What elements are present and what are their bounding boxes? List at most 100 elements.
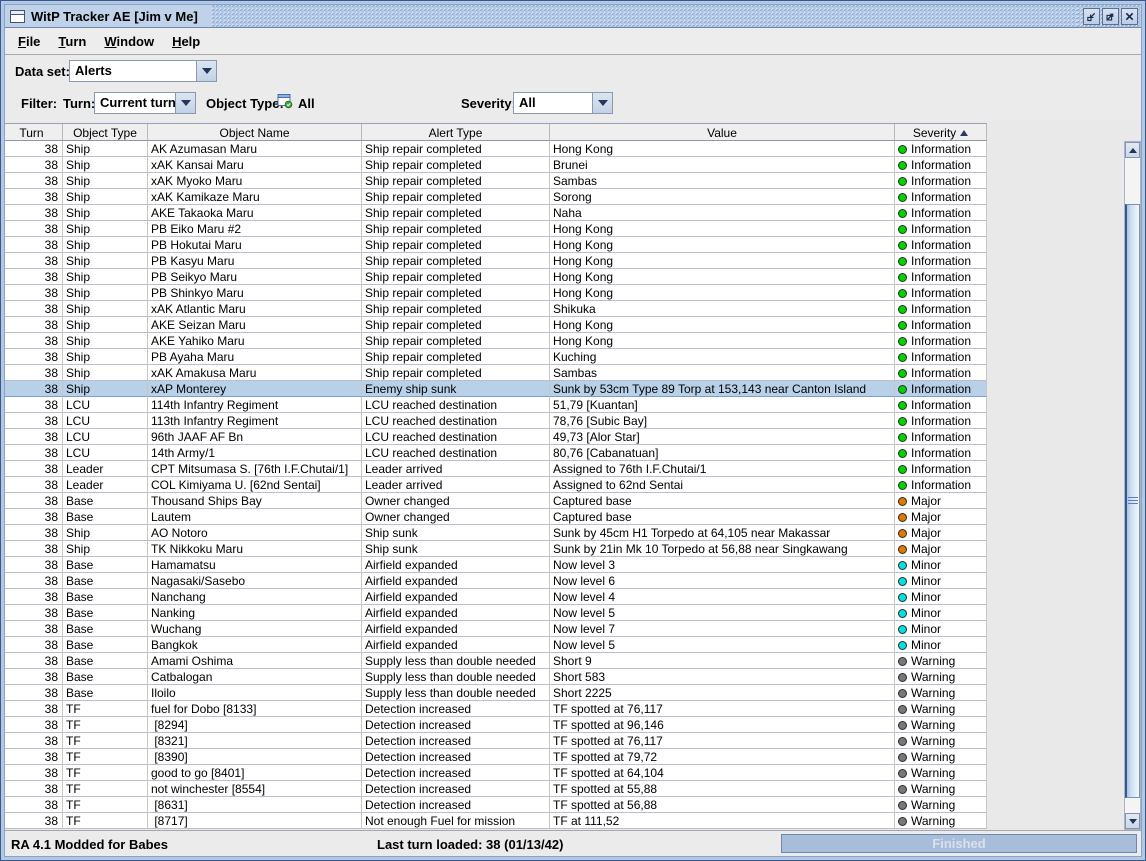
table-row[interactable]: 38 Ship AKE Takaoka Maru Ship repair comple… <box>5 205 987 221</box>
table-row[interactable]: 38 Base Iloilo Supply less than double need… <box>5 685 987 701</box>
cell-value: 49,73 [Alor Star] <box>550 429 895 445</box>
table-row[interactable]: 38 Ship xAK Myoko Maru Ship repair complete… <box>5 173 987 189</box>
table-row[interactable]: 38 TF [8631] Detection increased TF spotted… <box>5 797 987 813</box>
severity-combobox[interactable]: All <box>513 92 613 114</box>
severity-information-icon <box>898 272 907 282</box>
table-row[interactable]: 38 Base Catbalogan Supply less than double … <box>5 669 987 685</box>
table-row[interactable]: 38 Ship PB Seikyo Maru Ship repair complete… <box>5 269 987 285</box>
table-row[interactable]: 38 TF [8321] Detection increased TF spotted… <box>5 733 987 749</box>
object-type-icon[interactable] <box>277 93 293 109</box>
scroll-down-button[interactable] <box>1125 813 1140 829</box>
table-row[interactable]: 38 Ship PB Eiko Maru #2 Ship repair complet… <box>5 221 987 237</box>
table-row[interactable]: 38 Ship TK Nikkoku Maru Ship sunk Sunk by 21… <box>5 541 987 557</box>
table-row[interactable]: 38 Base Hamamatsu Airfield expanded Now leve… <box>5 557 987 573</box>
table-row[interactable]: 38 TF [8294] Detection increased TF spotted… <box>5 717 987 733</box>
cell-turn: 38 <box>5 701 63 717</box>
cell-turn: 38 <box>5 141 63 157</box>
column-header-alert-type[interactable]: Alert Type <box>362 124 550 141</box>
cell-object-type: Ship <box>63 253 148 269</box>
table-row[interactable]: 38 TF not winchester [8554] Detection incre… <box>5 781 987 797</box>
table-row[interactable]: 38 LCU 96th JAAF AF Bn LCU reached destinat… <box>5 429 987 445</box>
sort-ascending-icon <box>960 129 969 136</box>
table-row[interactable]: 38 Base Nanking Airfield expanded Now level … <box>5 605 987 621</box>
maximize-button[interactable] <box>1102 7 1119 25</box>
cell-object-type: Ship <box>63 173 148 189</box>
title-bar[interactable]: WitP Tracker AE [Jim v Me] <box>5 5 1141 28</box>
cell-value: Hong Kong <box>550 237 895 253</box>
cell-value: Hong Kong <box>550 221 895 237</box>
severity-label: Information <box>911 462 972 476</box>
table-row[interactable]: 38 Base Nanchang Airfield expanded Now level… <box>5 589 987 605</box>
table-row[interactable]: 38 Base Amami Oshima Supply less than doubl… <box>5 653 987 669</box>
table-row[interactable]: 38 Base Lautem Owner changed Captured base Ma… <box>5 509 987 525</box>
cell-alert-type: Owner changed <box>362 509 550 525</box>
column-header-object-name[interactable]: Object Name <box>148 124 362 141</box>
table-row[interactable]: 38 Ship AO Notoro Ship sunk Sunk by 45cm H1 … <box>5 525 987 541</box>
cell-object-name: xAK Myoko Maru <box>148 173 362 189</box>
table-row[interactable]: 38 TF [8390] Detection increased TF spotted… <box>5 749 987 765</box>
menu-file[interactable]: File <box>9 31 49 52</box>
cell-turn: 38 <box>5 237 63 253</box>
table-row[interactable]: 38 LCU 114th Infantry Regiment LCU reached … <box>5 397 987 413</box>
scrollbar-thumb[interactable] <box>1125 204 1140 798</box>
turn-dropdown-button[interactable] <box>175 93 195 113</box>
menu-help[interactable]: Help <box>163 31 209 52</box>
table-row[interactable]: 38 TF fuel for Dobo [8133] Detection increa… <box>5 701 987 717</box>
table-row[interactable]: 38 Base Bangkok Airfield expanded Now level … <box>5 637 987 653</box>
table-row[interactable]: 38 Base Nagasaki/Sasebo Airfield expanded No… <box>5 573 987 589</box>
cell-severity: Information <box>895 397 987 413</box>
menu-window[interactable]: Window <box>95 31 163 52</box>
table-row[interactable]: 38 Ship xAK Amakusa Maru Ship repair comple… <box>5 365 987 381</box>
table-row[interactable]: 38 Ship AKE Seizan Maru Ship repair complet… <box>5 317 987 333</box>
table-row[interactable]: 38 LCU 113th Infantry Regiment LCU reached … <box>5 413 987 429</box>
table-row[interactable]: 38 Ship AK Azumasan Maru Ship repair comple… <box>5 141 987 157</box>
cell-value: Now level 7 <box>550 621 895 637</box>
table-row[interactable]: 38 Base Wuchang Airfield expanded Now level … <box>5 621 987 637</box>
table-row[interactable]: 38 Ship xAK Kamikaze Maru Ship repair compl… <box>5 189 987 205</box>
severity-label: Information <box>911 398 972 412</box>
minimize-button[interactable] <box>1083 7 1100 25</box>
severity-dropdown-button[interactable] <box>592 93 612 113</box>
column-header-turn[interactable]: Turn <box>5 124 63 141</box>
column-header-object-type[interactable]: Object Type <box>63 124 148 141</box>
table-row[interactable]: 38 TF [8717] Not enough Fuel for mission TF… <box>5 813 987 829</box>
turn-combobox[interactable]: Current turn <box>94 92 196 114</box>
table-row[interactable]: 38 TF good to go [8401] Detection increased… <box>5 765 987 781</box>
severity-minor-icon <box>898 640 907 650</box>
severity-label: Information <box>911 238 972 252</box>
severity-label: Warning <box>911 670 956 684</box>
table-row[interactable]: 38 Ship PB Hokutai Maru Ship repair complet… <box>5 237 987 253</box>
cell-severity: Major <box>895 525 987 541</box>
close-button[interactable] <box>1121 7 1138 25</box>
table-row[interactable]: 38 Ship PB Ayaha Maru Ship repair completed… <box>5 349 987 365</box>
table-row[interactable]: 38 Base Thousand Ships Bay Owner changed Cap… <box>5 493 987 509</box>
column-header-severity[interactable]: Severity <box>895 124 987 141</box>
vertical-scrollbar[interactable] <box>1124 141 1141 830</box>
table-body: 38 Ship AK Azumasan Maru Ship repair comple… <box>5 141 987 829</box>
menu-turn[interactable]: Turn <box>49 31 95 52</box>
cell-object-name: PB Seikyo Maru <box>148 269 362 285</box>
scroll-up-button[interactable] <box>1125 142 1140 158</box>
cell-severity: Information <box>895 317 987 333</box>
cell-object-type: Ship <box>63 157 148 173</box>
table-row[interactable]: 38 Ship xAK Kansai Maru Ship repair complet… <box>5 157 987 173</box>
table-row[interactable]: 38 Ship PB Shinkyo Maru Ship repair complet… <box>5 285 987 301</box>
cell-alert-type: Supply less than double needed <box>362 653 550 669</box>
table-row[interactable]: 38 Ship xAP Monterey Enemy ship sunk Sunk by… <box>5 381 987 397</box>
dataset-dropdown-button[interactable] <box>196 61 216 81</box>
table-row[interactable]: 38 Ship xAK Atlantic Maru Ship repair compl… <box>5 301 987 317</box>
table-row[interactable]: 38 Ship AKE Yahiko Maru Ship repair complet… <box>5 333 987 349</box>
table-row[interactable]: 38 Ship PB Kasyu Maru Ship repair completed… <box>5 253 987 269</box>
cell-alert-type: Ship repair completed <box>362 253 550 269</box>
severity-information-icon <box>898 336 907 346</box>
cell-alert-type: Ship repair completed <box>362 141 550 157</box>
dataset-combobox[interactable]: Alerts <box>69 60 217 82</box>
cell-object-name: PB Kasyu Maru <box>148 253 362 269</box>
cell-object-name: xAK Atlantic Maru <box>148 301 362 317</box>
cell-alert-type: Ship repair completed <box>362 349 550 365</box>
column-header-value[interactable]: Value <box>550 124 895 141</box>
table-row[interactable]: 38 Leader COL Kimiyama U. [62nd Sentai] Lea… <box>5 477 987 493</box>
table-row[interactable]: 38 LCU 14th Army/1 LCU reached destination 8… <box>5 445 987 461</box>
severity-label: Information <box>911 334 972 348</box>
table-row[interactable]: 38 Leader CPT Mitsumasa S. [76th I.F.Chuta… <box>5 461 987 477</box>
